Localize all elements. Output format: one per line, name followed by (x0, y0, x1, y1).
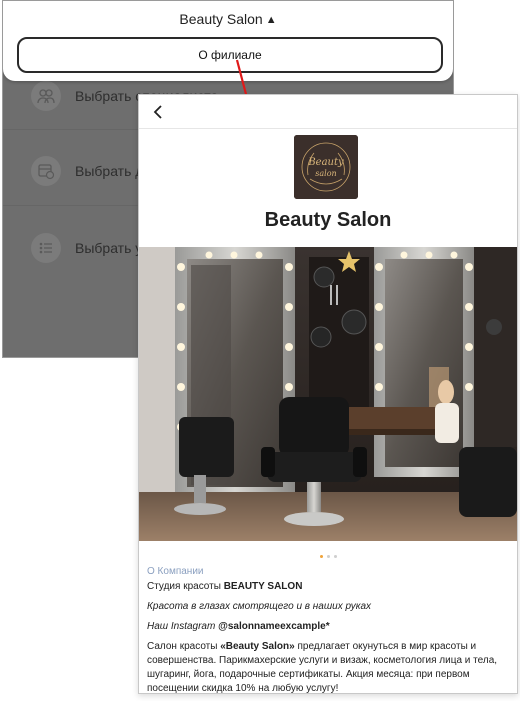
branch-title: Beauty Salon (179, 11, 263, 27)
studio-prefix: Студия красоты (147, 581, 224, 592)
salon-logo: Beauty salon (294, 135, 358, 199)
desc-prefix: Салон красоты (147, 641, 221, 652)
back-arrow-icon[interactable] (147, 101, 169, 123)
carousel-dot[interactable] (319, 555, 323, 558)
studio-name: BEAUTY SALON (223, 581, 303, 592)
desc-salon-name: «Beauty Salon» (220, 641, 295, 652)
carousel-dot[interactable] (326, 555, 330, 558)
instagram-prefix: Наш Instagram (147, 621, 219, 632)
studio-line: Студия красоты BEAUTY SALON (147, 580, 511, 594)
description: Салон красоты «Beauty Salon» предлагает … (147, 640, 511, 693)
carousel-indicator (139, 545, 517, 563)
people-icon (31, 81, 61, 111)
salon-photo[interactable] (139, 247, 517, 541)
salon-name: Beauty Salon (264, 209, 392, 231)
logo-text-top: Beauty (307, 157, 344, 168)
logo-text-bottom: salon (315, 169, 336, 178)
instagram-handle[interactable]: @salonnameexcample* (218, 621, 329, 632)
slogan: Красота в глазах смотрящего и в наших ру… (147, 601, 372, 612)
panel-topbar (139, 95, 517, 129)
carousel-dot[interactable] (333, 555, 337, 558)
company-info: О Компании Студия красоты BEAUTY SALON К… (147, 565, 511, 693)
about-heading: О Компании (147, 566, 204, 577)
branch-selector[interactable]: Beauty Salon ▲ (3, 11, 453, 27)
list-icon (31, 233, 61, 263)
calendar-clock-icon (31, 156, 61, 186)
about-branch-panel: Beauty salon Beauty Salon О Компании Сту… (138, 94, 518, 694)
chevron-up-icon: ▲ (265, 14, 277, 26)
instagram-line: Наш Instagram @salonnameexcample* (147, 620, 511, 634)
